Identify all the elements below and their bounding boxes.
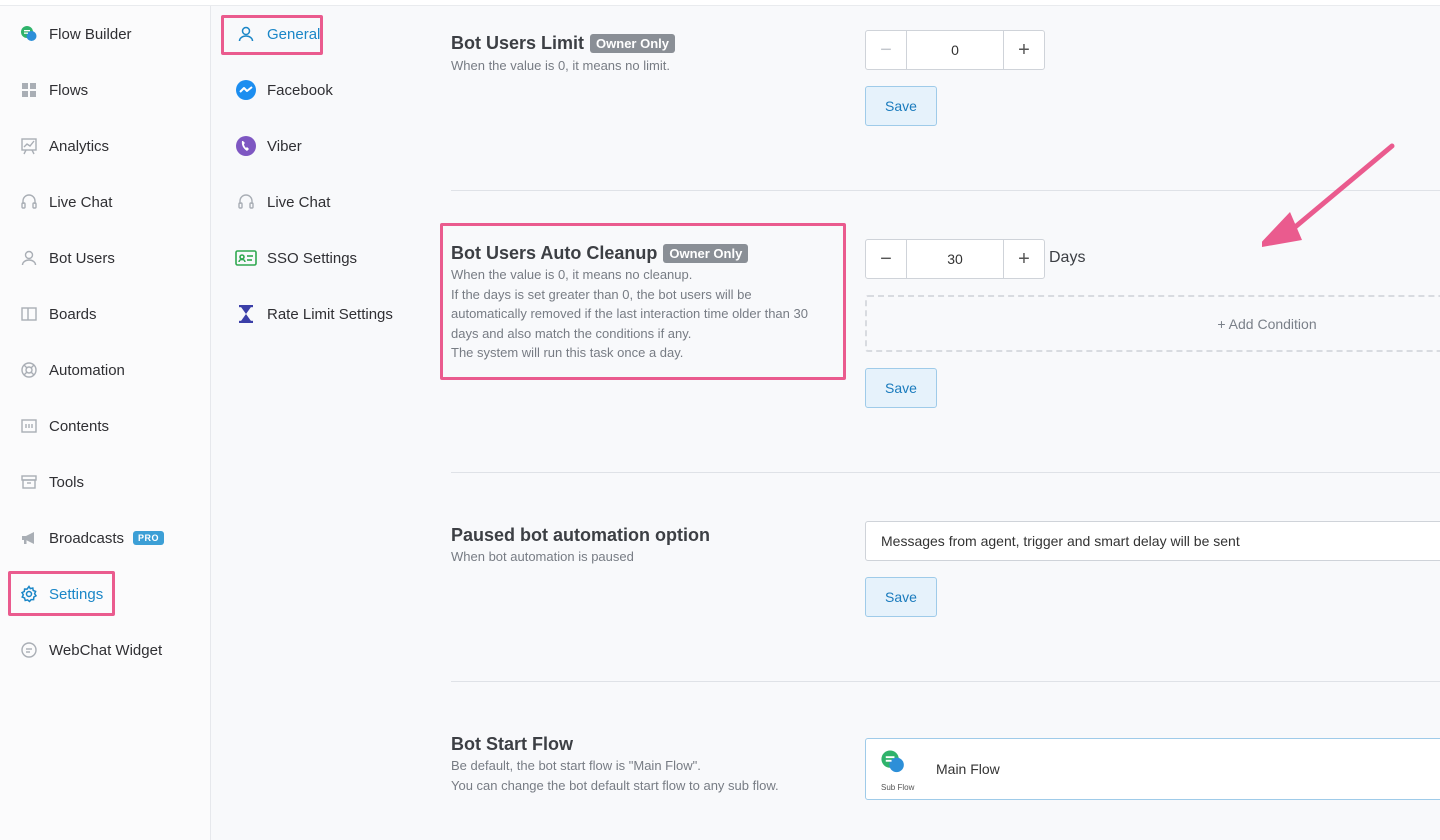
sidebar-item-tools[interactable]: Tools [0, 462, 211, 502]
sidebar-item-analytics[interactable]: Analytics [0, 126, 211, 166]
section-divider [451, 472, 1440, 473]
main-sidebar: Flow Builder Flows Analytics Live Chat B… [0, 0, 1440, 840]
owner-only-badge: Owner Only [590, 34, 675, 53]
sidebar-item-bot-users[interactable]: Bot Users [0, 238, 211, 278]
hourglass-icon [235, 303, 257, 325]
decrement-button[interactable]: − [866, 240, 906, 278]
start-flow-title: Bot Start Flow [451, 734, 573, 754]
subnav-item-label: SSO Settings [267, 249, 358, 267]
user-icon [19, 248, 39, 268]
sidebar-item-label: Automation [49, 361, 125, 379]
subnav-item-live-chat[interactable]: Live Chat [212, 182, 330, 222]
contents-icon [19, 416, 39, 436]
viber-icon [235, 135, 257, 157]
sidebar-item-flows[interactable]: Flows [0, 70, 211, 110]
archive-box-icon [19, 472, 39, 492]
users-limit-value[interactable]: 0 [906, 31, 1004, 69]
paused-option-title: Paused bot automation option [451, 525, 710, 545]
sidebar-item-contents[interactable]: Contents [0, 406, 211, 446]
flow-name: Main Flow [936, 761, 1000, 777]
subnav-item-viber[interactable]: Viber [212, 126, 302, 166]
sidebar-item-label: Boards [49, 305, 97, 323]
auto-cleanup-desc: When the value is 0, it means no cleanup… [451, 265, 808, 363]
desc-line: days and also match the conditions if an… [451, 325, 692, 341]
subnav-item-general[interactable]: General [212, 14, 320, 54]
desc-line: If the days is set greater than 0, the b… [451, 286, 752, 302]
start-flow-desc: Be default, the bot start flow is "Main … [451, 756, 779, 795]
desc-line: Be default, the bot start flow is "Main … [451, 758, 701, 773]
subnav-item-facebook[interactable]: Facebook [212, 70, 333, 110]
sidebar-item-label: Broadcasts [49, 529, 125, 547]
headset-icon [235, 191, 257, 213]
gear-icon [19, 584, 39, 604]
subnav-item-rate-limit-settings[interactable]: Rate Limit Settings [212, 294, 393, 334]
sidebar-item-label: Tools [49, 473, 85, 491]
grid-icon [19, 80, 39, 100]
sidebar-item-label: Bot Users [49, 249, 115, 267]
subnav-item-label: General [267, 25, 321, 43]
chat-bubbles-icon [19, 24, 39, 44]
desc-line: When the value is 0, it means no cleanup… [451, 267, 693, 282]
owner-only-badge: Owner Only [663, 244, 749, 263]
settings-main: Bot Users Limit Owner Only When the valu… [412, 0, 1440, 840]
subnav-item-label: Viber [267, 137, 302, 155]
id-card-icon [235, 247, 257, 269]
users-limit-save-button[interactable]: Save [865, 86, 937, 126]
chat-icon [19, 640, 39, 660]
auto-cleanup-title: Bot Users Auto Cleanup Owner Only [451, 243, 749, 264]
paused-option-save-button[interactable]: Save [865, 577, 937, 617]
increment-button[interactable]: + [1004, 240, 1044, 278]
sidebar-item-label: Contents [49, 417, 110, 435]
auto-cleanup-stepper[interactable]: − 30 + [865, 239, 1045, 279]
sidebar-item-label: WebChat Widget [49, 641, 163, 659]
sidebar-item-boards[interactable]: Boards [0, 294, 211, 334]
users-limit-title: Bot Users Limit Owner Only [451, 33, 675, 54]
increment-button[interactable]: + [1004, 31, 1044, 69]
users-limit-desc: When the value is 0, it means no limit. [451, 58, 670, 73]
users-limit-title-text: Bot Users Limit [451, 33, 585, 53]
add-condition-button[interactable]: + Add Condition [865, 295, 1440, 352]
lifebuoy-icon [19, 360, 39, 380]
sidebar-item-flow-builder[interactable]: Flow Builder [0, 14, 211, 54]
sidebar-item-automation[interactable]: Automation [0, 350, 211, 390]
desc-line: The system will run this task once a day… [451, 345, 684, 360]
subnav-item-sso-settings[interactable]: SSO Settings [212, 238, 357, 278]
headset-icon [19, 192, 39, 212]
desc-line: automatically removed if the last intera… [451, 306, 808, 321]
paused-option-desc: When bot automation is paused [451, 549, 634, 564]
presentation-chart-icon [19, 136, 39, 156]
flow-type-label: Sub Flow [881, 783, 915, 792]
users-limit-stepper[interactable]: − 0 + [865, 30, 1045, 70]
sidebar-item-live-chat[interactable]: Live Chat [0, 182, 211, 222]
subnav-item-label: Live Chat [267, 193, 331, 211]
desc-line: You can change the bot default start flo… [451, 777, 779, 793]
auto-cleanup-save-button[interactable]: Save [865, 368, 937, 408]
days-unit-label: Days [1049, 249, 1086, 266]
sidebar-item-label: Flows [49, 81, 89, 99]
sidebar-item-broadcasts[interactable]: Broadcasts PRO [0, 518, 211, 558]
decrement-button[interactable]: − [866, 31, 906, 69]
chat-bubbles-icon [880, 749, 906, 780]
subnav-item-label: Facebook [267, 81, 333, 99]
sidebar-item-label: Live Chat [49, 193, 113, 211]
paused-option-select[interactable]: Messages from agent, trigger and smart d… [865, 521, 1440, 561]
settings-subnav: General Facebook Viber Live Chat SSO Set… [212, 0, 412, 840]
subnav-item-label: Rate Limit Settings [267, 305, 393, 323]
auto-cleanup-title-text: Bot Users Auto Cleanup [451, 243, 658, 263]
auto-cleanup-value[interactable]: 30 [906, 240, 1004, 278]
megaphone-icon [19, 528, 39, 548]
sidebar-item-settings[interactable]: Settings [0, 574, 211, 614]
pro-badge: PRO [133, 531, 165, 545]
sidebar-item-label: Flow Builder [49, 25, 132, 43]
annotation-arrow-icon [1262, 143, 1395, 247]
user-icon [235, 23, 257, 45]
messenger-icon [235, 79, 257, 101]
sidebar-item-label: Settings [49, 585, 104, 603]
sidebar-item-webchat-widget[interactable]: WebChat Widget [0, 630, 211, 670]
sidebar-item-label: Analytics [49, 137, 110, 155]
start-flow-card[interactable]: Sub Flow Main Flow [865, 738, 1440, 800]
board-icon [19, 304, 39, 324]
section-divider [451, 681, 1440, 682]
